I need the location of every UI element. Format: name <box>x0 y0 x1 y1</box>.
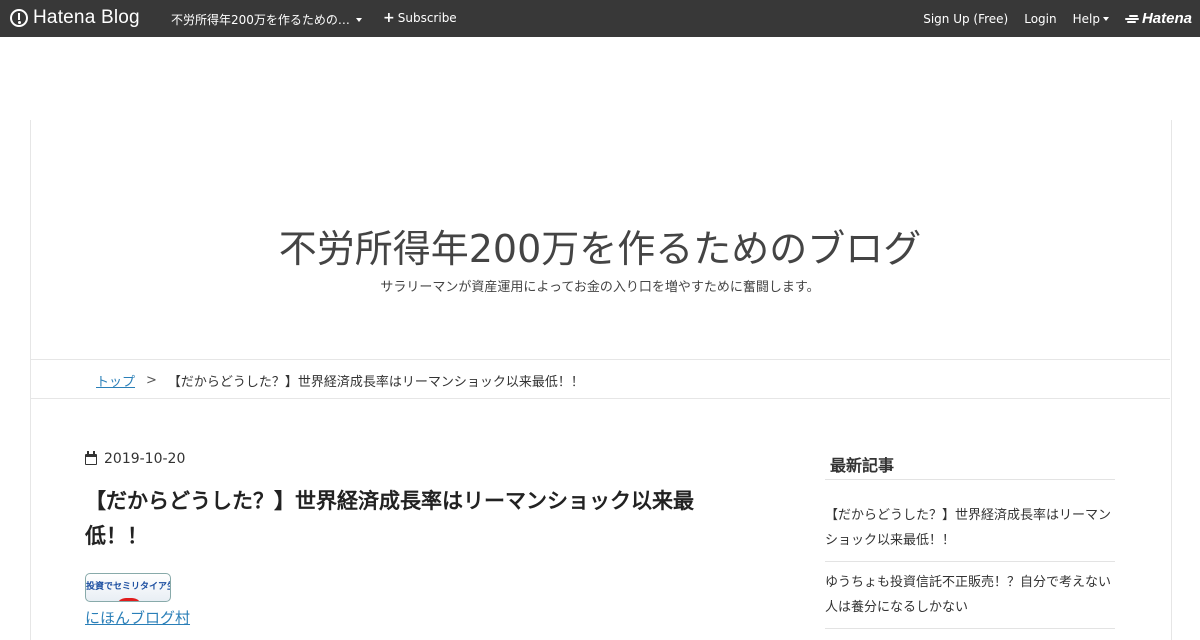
blog-village-banner[interactable]: 投資でセミリタイア生活 <box>85 573 171 602</box>
caret-down-icon <box>355 17 362 22</box>
blog-selector-label: 不労所得年200万を作るための… <box>171 13 350 27</box>
hatena-logo[interactable]: Hatena <box>1124 10 1192 27</box>
plus-icon: + <box>383 10 395 26</box>
entry-date[interactable]: 2019-10-20 <box>85 450 186 467</box>
entry-date-text: 2019-10-20 <box>104 451 186 467</box>
breadcrumb: トップ > 【だからどうした？】世界経済成長率はリーマンショック以来最低！！ <box>96 371 584 390</box>
recent-entry-link[interactable]: ゆうちょも投資信託不正販売！？自分で考えない人は養分になるしかない <box>825 570 1115 620</box>
logo-text: Hatena Blog <box>33 7 140 28</box>
global-header: Hatena Blog 不労所得年200万を作るための… + Subscribe… <box>0 0 1200 37</box>
divider <box>825 628 1115 629</box>
breadcrumb-current: 【だからどうした？】世界経済成長率はリーマンショック以来最低！！ <box>167 375 584 390</box>
caret-down-icon <box>1102 16 1109 21</box>
hatena-blog-icon <box>10 9 28 27</box>
hatena-logo-text: Hatena <box>1141 10 1192 27</box>
breadcrumb-top-link[interactable]: トップ <box>96 371 135 390</box>
blog-description: サラリーマンが資産運用によってお金の入り口を増やすために奮闘します。 <box>380 280 820 295</box>
hatena-mark-icon <box>1124 14 1139 24</box>
blog-title[interactable]: 不労所得年200万を作るためのブログ <box>0 218 1200 273</box>
recent-entries-heading: 最新記事 <box>830 456 895 475</box>
help-menu[interactable]: Help <box>1073 12 1109 26</box>
entry-title[interactable]: 【だからどうした？】世界経済成長率はリーマンショック以来最低！！ <box>85 484 725 554</box>
help-label: Help <box>1072 11 1100 26</box>
header-nav: Sign Up (Free) Login Help Hatena <box>907 0 1200 37</box>
recent-entry-link[interactable]: 【だからどうした？】世界経済成長率はリーマンショック以来最低！！ <box>825 503 1115 553</box>
subscribe-label: Subscribe <box>397 11 457 25</box>
hatena-blog-logo[interactable]: Hatena Blog <box>10 7 140 29</box>
blog-selector[interactable]: 不労所得年200万を作るための… <box>171 11 362 28</box>
sign-up-link[interactable]: Sign Up (Free) <box>923 12 1008 26</box>
banner-text: 投資でセミリタイア生活 <box>86 582 170 592</box>
calendar-icon <box>85 450 97 465</box>
divider <box>825 479 1115 480</box>
login-link[interactable]: Login <box>1024 12 1056 26</box>
divider <box>825 561 1115 562</box>
subscribe-button[interactable]: + Subscribe <box>383 11 457 25</box>
breadcrumb-separator: > <box>146 373 157 388</box>
nihon-blog-village-link[interactable]: にほんブログ村 <box>85 607 190 628</box>
